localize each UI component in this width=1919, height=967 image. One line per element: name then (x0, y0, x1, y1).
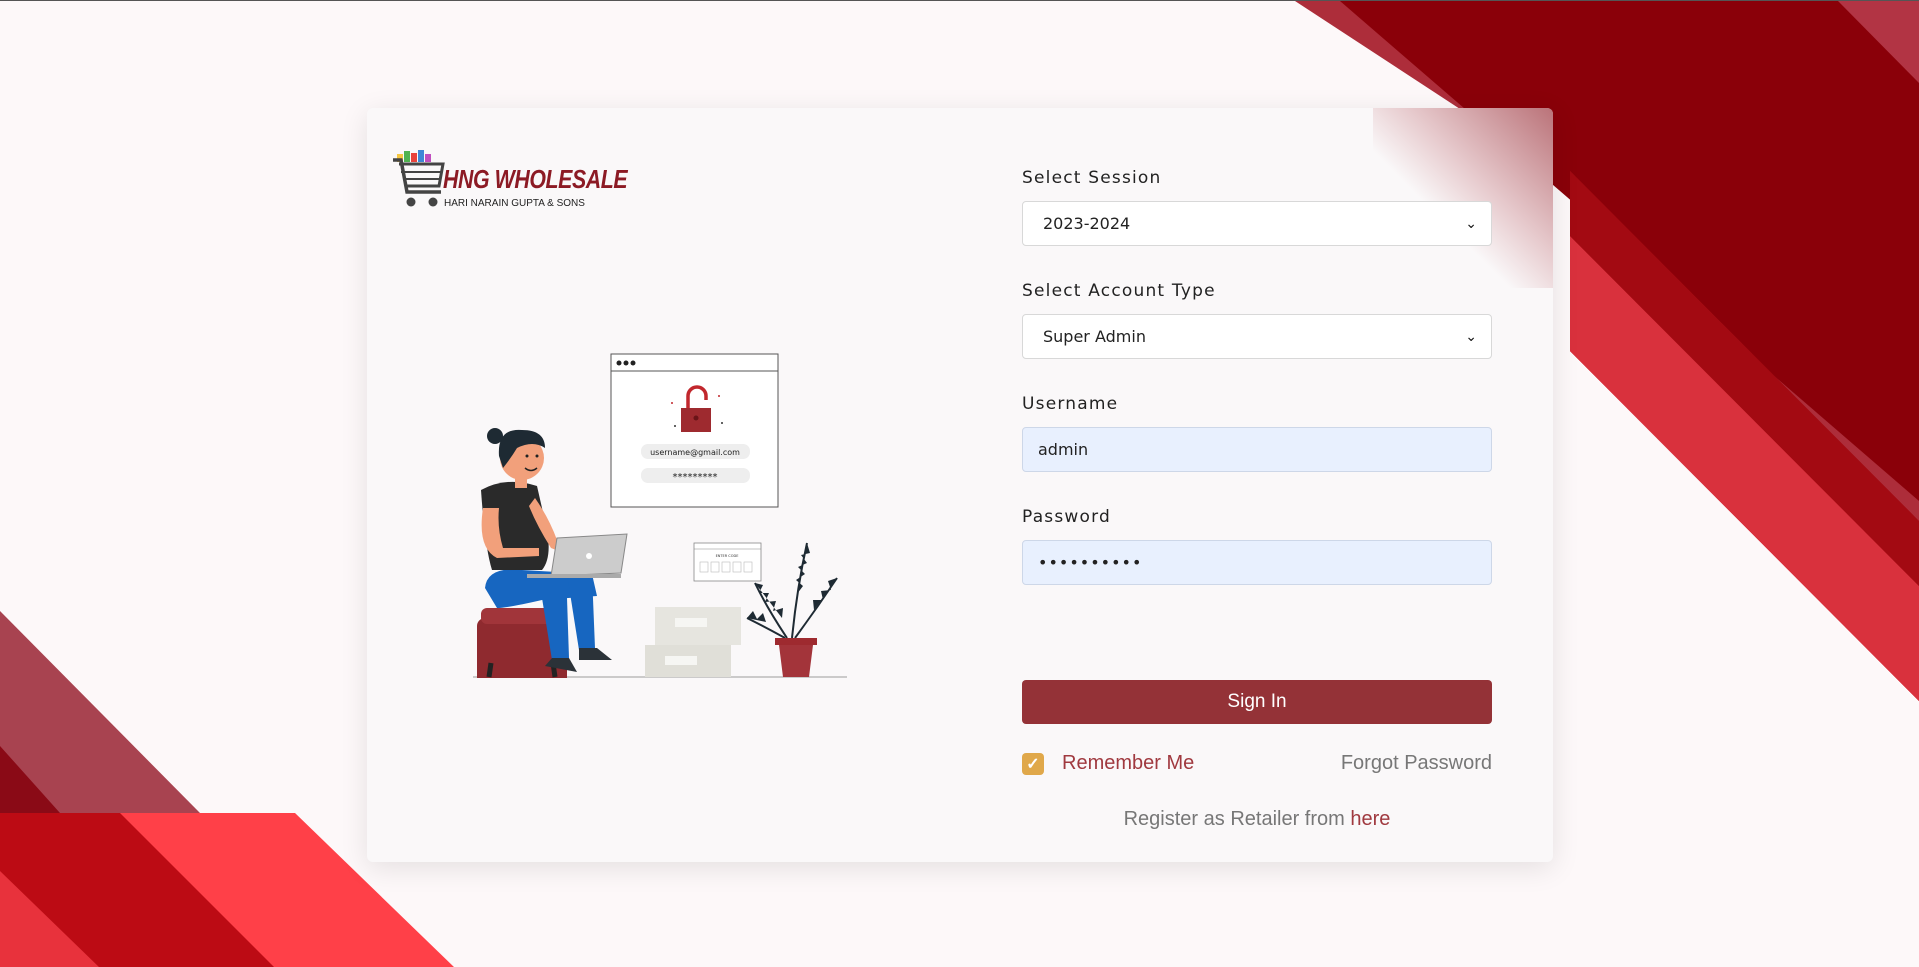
account-type-group: Select Account Type Super Admin ⌄ (1022, 281, 1492, 359)
login-card: HNG WHOLESALE HARI NARAIN GUPTA & SONS u… (367, 108, 1553, 862)
account-type-select[interactable]: Super Admin ⌄ (1022, 314, 1492, 359)
remember-me[interactable]: ✓ Remember Me (1022, 752, 1194, 775)
register-here-link[interactable]: here (1350, 808, 1390, 830)
remember-label[interactable]: Remember Me (1062, 752, 1194, 775)
chevron-down-icon: ⌄ (1465, 328, 1477, 345)
password-label: Password (1022, 507, 1112, 527)
session-select[interactable]: 2023-2024 ⌄ (1022, 201, 1492, 246)
chevron-down-icon: ⌄ (1465, 215, 1477, 232)
account-type-select-value: Super Admin (1043, 327, 1146, 346)
register-text: Register as Retailer from here (1022, 808, 1492, 831)
username-value: admin (1038, 440, 1089, 459)
forgot-password-link[interactable]: Forgot Password (1341, 752, 1492, 775)
username-input[interactable]: admin (1022, 427, 1492, 472)
brand-logo: HNG WHOLESALE HARI NARAIN GUPTA & SONS (391, 146, 628, 218)
illustration-email: username@gmail.com (650, 448, 740, 457)
password-input[interactable]: •••••••••• (1022, 540, 1492, 585)
password-value: •••••••••• (1038, 553, 1143, 572)
username-label: Username (1022, 394, 1119, 414)
login-illustration: username@gmail.com ********* ENTER CODE (473, 353, 847, 678)
register-prefix: Register as Retailer from (1123, 808, 1351, 830)
sign-in-button[interactable]: Sign In (1022, 680, 1492, 724)
session-label: Select Session (1022, 168, 1162, 188)
illustration-password: ********* (673, 472, 718, 483)
brand-name: HNG WHOLESALE (443, 164, 628, 194)
brand-tagline: HARI NARAIN GUPTA & SONS (444, 198, 585, 209)
illustration-code-label: ENTER CODE (716, 554, 739, 558)
account-type-label: Select Account Type (1022, 281, 1216, 301)
session-group: Select Session 2023-2024 ⌄ (1022, 168, 1492, 246)
session-select-value: 2023-2024 (1043, 214, 1131, 233)
remember-checkbox[interactable]: ✓ (1022, 752, 1044, 775)
username-group: Username admin (1022, 394, 1492, 472)
check-icon: ✓ (1026, 755, 1040, 773)
cart-icon (393, 150, 445, 207)
password-group: Password •••••••••• (1022, 507, 1492, 585)
